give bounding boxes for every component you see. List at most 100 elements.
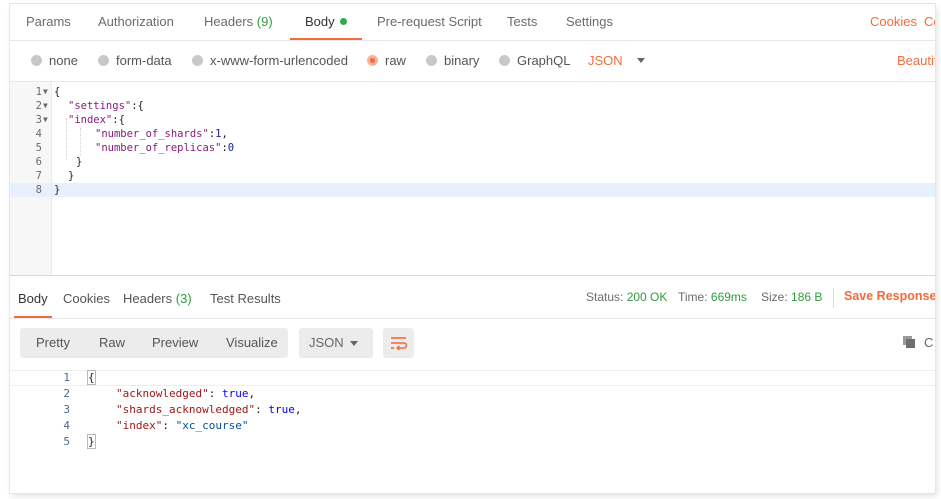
line-number: 3: [63, 403, 70, 416]
line-number: 6: [35, 156, 42, 168]
view-preview-button[interactable]: Preview: [152, 328, 198, 358]
json-punct: :{: [131, 100, 144, 112]
code-text: "settings":{: [68, 99, 144, 113]
json-key: "shards_acknowledged": [116, 403, 256, 416]
radio-form-data[interactable]: form-data: [98, 41, 172, 81]
language-dropdown[interactable]: JSON: [588, 41, 645, 81]
json-key: "number_of_shards": [95, 128, 209, 140]
time-readout[interactable]: Time: 669ms: [678, 276, 747, 318]
status-value: 200 OK: [626, 290, 668, 304]
fold-arrow-icon[interactable]: ▼: [43, 113, 48, 127]
response-tab-cookies[interactable]: Cookies: [63, 276, 110, 318]
tab-params[interactable]: Params: [26, 4, 71, 40]
editor-line: 1 ▼ {: [10, 85, 935, 99]
cookies-link[interactable]: Cookies: [870, 4, 917, 40]
copy-icon[interactable]: [902, 335, 915, 348]
response-format-dropdown[interactable]: JSON: [299, 328, 373, 358]
language-dropdown-value: JSON: [588, 53, 623, 68]
tab-settings[interactable]: Settings: [566, 4, 613, 40]
radio-graphql[interactable]: GraphQL: [499, 41, 570, 81]
beautify-link[interactable]: Beautif: [897, 41, 935, 81]
radio-urlencoded[interactable]: x-www-form-urlencoded: [192, 41, 348, 81]
divider: [833, 288, 834, 308]
line-number: 7: [35, 170, 42, 182]
fold-arrow-icon[interactable]: ▼: [43, 99, 48, 113]
response-body-viewer[interactable]: 1 { 2 "acknowledged": true, 3 "shards_ac…: [10, 366, 935, 493]
status-readout[interactable]: Status: 200 OK: [586, 276, 667, 318]
request-tabs: Params Authorization Headers (9) Body Pr…: [10, 4, 935, 41]
editor-line: 6 }: [10, 155, 935, 169]
code-text: {: [54, 86, 61, 98]
response-tab-headers-count: (3): [175, 291, 192, 306]
line-number: 1: [35, 86, 42, 98]
tab-body[interactable]: Body: [305, 4, 347, 40]
editor-line-current: 8 }: [10, 183, 935, 197]
json-punct: ,: [221, 128, 228, 140]
response-format-value: JSON: [309, 335, 344, 350]
radio-raw[interactable]: raw: [367, 41, 406, 81]
json-key: "index": [116, 419, 163, 432]
radio-graphql-label: GraphQL: [517, 53, 571, 68]
tab-headers[interactable]: Headers (9): [204, 4, 273, 40]
radio-none[interactable]: none: [31, 41, 78, 81]
size-value: 186 B: [791, 290, 823, 304]
radio-binary-label: binary: [444, 53, 480, 68]
code-text: }: [54, 184, 61, 196]
radio-raw-selected-icon: [367, 55, 378, 66]
response-tab-test-results[interactable]: Test Results: [210, 276, 281, 318]
json-string: "xc_course": [175, 419, 249, 432]
code-text: }: [87, 434, 96, 450]
view-pretty-button[interactable]: Pretty: [36, 328, 70, 358]
response-line: 4 "index": "xc_course": [10, 418, 935, 434]
code-text: "number_of_shards":1,: [95, 127, 228, 141]
editor-line: 7 }: [10, 169, 935, 183]
code-text: "number_of_replicas":0: [95, 141, 234, 155]
view-raw-button[interactable]: Raw: [99, 328, 125, 358]
body-type-selector: none form-data x-www-form-urlencoded raw…: [10, 41, 935, 82]
code-text: }: [68, 170, 75, 182]
json-key: "index": [68, 114, 113, 126]
json-key: "acknowledged": [116, 387, 209, 400]
request-body-editor[interactable]: 1 ▼ { 2 ▼ "settings":{ 3 ▼ "index":{ 4 "…: [10, 82, 935, 276]
response-tab-body[interactable]: Body: [18, 276, 48, 318]
code-link[interactable]: Co: [924, 4, 935, 40]
view-visualize-button[interactable]: Visualize: [226, 328, 278, 358]
size-readout[interactable]: Size: 186 B: [761, 276, 822, 318]
editor-line: 5 "number_of_replicas":0: [10, 141, 935, 155]
tab-prerequest-script[interactable]: Pre-request Script: [377, 4, 482, 40]
code-text: "shards_acknowledged": true,: [116, 402, 301, 418]
status-label: Status:: [586, 290, 624, 304]
line-number: 1: [63, 371, 70, 384]
time-label: Time:: [678, 290, 708, 304]
time-value: 669ms: [710, 290, 747, 304]
json-punct: :: [162, 419, 176, 432]
active-tab-underline: [290, 38, 362, 40]
radio-binary-circle-icon: [426, 55, 437, 66]
response-line: 5 }: [10, 434, 935, 450]
size-label: Size:: [761, 290, 788, 304]
response-active-tab-underline: [14, 316, 52, 318]
save-response-button[interactable]: Save Response: [844, 276, 935, 318]
tab-headers-label: Headers: [204, 14, 254, 29]
editor-line: 3 ▼ "index":{: [10, 113, 935, 127]
line-number: 8: [35, 184, 42, 196]
radio-form-data-label: form-data: [116, 53, 172, 68]
line-number: 3: [35, 114, 42, 126]
response-tab-headers[interactable]: Headers (3): [123, 276, 192, 318]
radio-binary[interactable]: binary: [426, 41, 479, 81]
code-text: }: [76, 156, 83, 168]
tab-tests[interactable]: Tests: [507, 4, 537, 40]
radio-raw-label: raw: [385, 53, 406, 68]
json-boolean: true: [221, 387, 249, 400]
code-text: "index": "xc_course": [116, 418, 248, 434]
response-tabs: Body Cookies Headers (3) Test Results St…: [10, 276, 935, 319]
wrap-lines-button[interactable]: [383, 328, 414, 358]
json-punct: ,: [294, 403, 302, 416]
line-number: 5: [63, 435, 70, 448]
fold-arrow-icon[interactable]: ▼: [43, 85, 48, 99]
search-button[interactable]: C: [924, 328, 933, 358]
tab-authorization[interactable]: Authorization: [98, 4, 174, 40]
json-number: 0: [227, 142, 235, 154]
response-line-current: 1 {: [10, 370, 935, 386]
line-number: 2: [35, 100, 42, 112]
